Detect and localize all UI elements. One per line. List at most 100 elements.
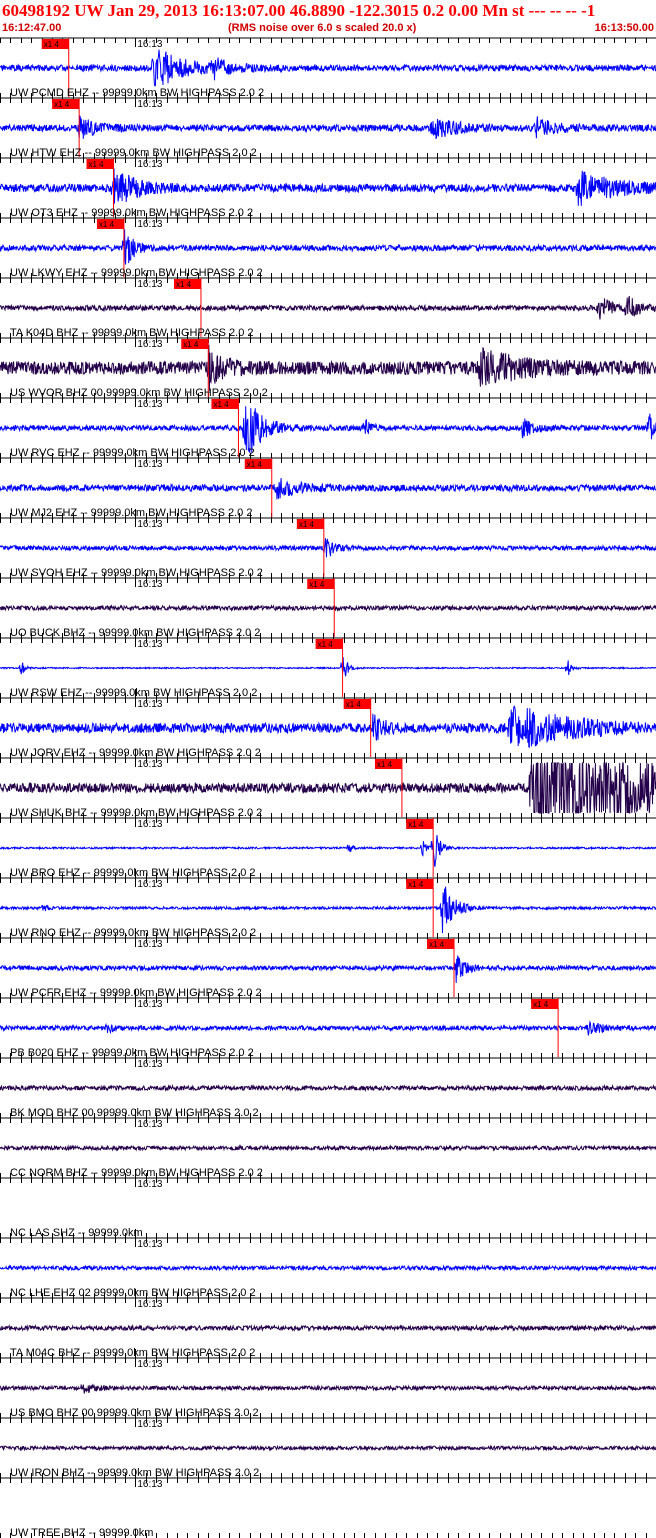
pick-label: x1 4 [54, 100, 70, 109]
minute-tick-label: 16:13 [137, 579, 162, 590]
start-time-label: 16:12:47.00 [2, 22, 62, 34]
station-label: UW TREE BHZ -- 99999.0km [10, 1527, 153, 1538]
waveform [0, 603, 656, 613]
minute-tick-label: 16:13 [137, 1419, 162, 1430]
pick-label: x1 4 [408, 880, 424, 889]
station-label: UW BRO EHZ -- 99999.0km BW HIGHPASS 2.0 … [10, 867, 256, 879]
trace-row: 16:13 BK MOD BHZ 00 99999.0km BW HIGHPASS… [0, 1057, 656, 1119]
end-time-label: 16:13:50.00 [594, 22, 654, 34]
station-label: UW LKWY EHZ -- 99999.0km BW HIGHPASS 2.0… [10, 267, 263, 279]
pick-label: x1 4 [318, 640, 334, 649]
station-label: UW MJ2 EHZ -- 99999.0km BW HIGHPASS 2.0 … [10, 507, 252, 519]
waveform [0, 656, 656, 677]
waveform [0, 955, 656, 983]
waveform [0, 229, 656, 265]
trace-row: 16:13 x1 4 UO BUCK BHZ -- 99999.0km BW HIG… [0, 577, 656, 639]
waveform [0, 1444, 656, 1452]
minute-tick-label: 16:13 [137, 159, 162, 170]
trace-row: 16:13 x1 4 UW RVC EHZ -- 99999.0km BW HIGH… [0, 397, 656, 459]
trace-row: 16:13 x1 4 UW SHUK BHZ -- 99999.0km BW HIG… [0, 757, 656, 819]
pick-label: x1 4 [377, 760, 393, 769]
trace-row: 16:13 US BMO BHZ 00 99999.0km BW HIGHPASS… [0, 1357, 656, 1419]
waveform [0, 478, 656, 500]
station-label: TA K04D BHZ -- 99999.0km BW HIGHPASS 2.0… [10, 327, 254, 339]
pick-label: x1 4 [309, 580, 325, 589]
waveform [0, 49, 656, 87]
trace-row: 16:13 UW TREE BHZ -- 99999.0km [0, 1477, 656, 1538]
trace-row: 16:13 x1 4 US WVOR BHZ 00 99999.0km BW HIG… [0, 337, 656, 399]
pick-label: x1 4 [99, 220, 115, 229]
station-label: NC LAS SHZ -- 99999.0km [10, 1227, 143, 1239]
waveform [0, 1383, 656, 1394]
waveform [0, 344, 656, 391]
plot-header: 60498192 UW Jan 29, 2013 16:13:07.00 46.… [0, 0, 656, 37]
trace-row: 16:13 x1 4 PB B020 EHZ -- 99999.0km BW HIG… [0, 997, 656, 1059]
station-label: UW RNO EHZ -- 99999.0km BW HIGHPASS 2.0 … [10, 927, 256, 939]
station-label: UW IRON BHZ -- 99999.0km BW HIGHPASS 2.0… [10, 1467, 259, 1479]
station-label: CC NORM BHZ -- 99999.0km BW HIGHPASS 2.0… [10, 1167, 263, 1179]
waveform [0, 115, 656, 140]
minute-tick-label: 16:13 [137, 459, 162, 470]
pick-label: x1 4 [429, 940, 445, 949]
waveform [0, 295, 656, 320]
minute-tick-label: 16:13 [137, 1239, 162, 1250]
trace-row: 16:13 TA M04C BHZ -- 99999.0km BW HIGHPAS… [0, 1297, 656, 1359]
trace-row: 16:13 x1 4 UW HTW EHZ -- 99999.0km BW HIGH… [0, 97, 656, 159]
station-label: US BMO BHZ 00 99999.0km BW HIGHPASS 2.0 … [10, 1407, 259, 1419]
waveform [0, 1083, 656, 1093]
pick-label: x1 4 [44, 40, 60, 49]
station-label: US WVOR BHZ 00 99999.0km BW HIGHPASS 2.0… [10, 387, 268, 399]
trace-row: 16:13 CC NORM BHZ -- 99999.0km BW HIGHPAS… [0, 1117, 656, 1179]
waveform [0, 1264, 656, 1272]
minute-tick-label: 16:13 [137, 1179, 162, 1190]
station-label: TA M04C BHZ -- 99999.0km BW HIGHPASS 2.0… [10, 1347, 255, 1359]
seismogram-plot: 16:13x1 4UW PCMD EHZ -- 99999.0km BW HIG… [0, 37, 656, 1538]
waveform [0, 762, 656, 814]
pick-label: x1 4 [213, 400, 229, 409]
minute-tick-label: 16:13 [137, 759, 162, 770]
trace-row: 16:13 x1 4 UW OT3 EHZ -- 99999.0km BW HIGH… [0, 157, 656, 219]
waveform [0, 168, 656, 206]
station-label: BK MOD BHZ 00 99999.0km BW HIGHPASS 2.0 … [10, 1107, 259, 1119]
station-label: UW JORV EHZ -- 99999.0km BW HIGHPASS 2.0… [10, 747, 261, 759]
pick-label: x1 4 [183, 340, 199, 349]
waveform [0, 406, 656, 454]
rms-scaling-note: (RMS noise over 6.0 s scaled 20.0 x) [228, 22, 417, 34]
minute-tick-label: 16:13 [137, 1479, 162, 1490]
minute-tick-label: 16:13 [137, 219, 162, 230]
minute-tick-label: 16:13 [137, 879, 162, 890]
station-label: UW PCFR EHZ -- 99999.0km BW HIGHPASS 2.0… [10, 987, 262, 999]
station-label: UW PCMD EHZ -- 99999.0km BW HIGHPASS 2.0… [10, 87, 264, 99]
trace-row: 16:13 x1 4 UW RNO EHZ -- 99999.0km BW HIGH… [0, 877, 656, 939]
pick-label: x1 4 [88, 160, 104, 169]
trace-row: 16:13 x1 4 UW SVOH EHZ -- 99999.0km BW HIG… [0, 517, 656, 579]
station-label: PB B020 EHZ -- 99999.0km BW HIGHPASS 2.0… [10, 1047, 254, 1059]
minute-tick-label: 16:13 [137, 819, 162, 830]
station-label: UW RSW EHZ -- 99999.0km BW HIGHPASS 2.0 … [10, 687, 257, 699]
pick-label: x1 4 [247, 460, 263, 469]
trace-row: 16:13 x1 4 UW PCFR EHZ -- 99999.0km BW HIG… [0, 937, 656, 999]
event-title: 60498192 UW Jan 29, 2013 16:13:07.00 46.… [2, 1, 596, 20]
pick-label: x1 4 [533, 1000, 549, 1009]
station-label: UW SVOH EHZ -- 99999.0km BW HIGHPASS 2.0… [10, 567, 263, 579]
minute-tick-label: 16:13 [137, 1059, 162, 1070]
trace-row: 16:13 NC LAS SHZ -- 99999.0km [0, 1177, 656, 1239]
pick-label: x1 4 [299, 520, 315, 529]
pick-label: x1 4 [346, 700, 362, 709]
minute-tick-label: 16:13 [137, 339, 162, 350]
trace-row: 16:13 NC LHE EHZ 02 99999.0km BW HIGHPASS… [0, 1237, 656, 1299]
pick-label: x1 4 [176, 280, 192, 289]
minute-tick-label: 16:13 [137, 1359, 162, 1370]
minute-tick-label: 16:13 [137, 519, 162, 530]
station-label: UO BUCK BHZ -- 99999.0km BW HIGHPASS 2.0… [10, 627, 260, 639]
minute-tick-label: 16:13 [137, 39, 162, 50]
waveform [0, 835, 656, 867]
minute-tick-label: 16:13 [137, 939, 162, 950]
minute-tick-label: 16:13 [137, 1299, 162, 1310]
waveform [0, 1020, 656, 1036]
waveform [0, 1144, 656, 1152]
trace-row: 16:13 UW IRON BHZ -- 99999.0km BW HIGHPAS… [0, 1417, 656, 1479]
station-label: UW RVC EHZ -- 99999.0km BW HIGHPASS 2.0 … [10, 447, 255, 459]
minute-tick-label: 16:13 [137, 279, 162, 290]
minute-tick-label: 16:13 [137, 99, 162, 110]
